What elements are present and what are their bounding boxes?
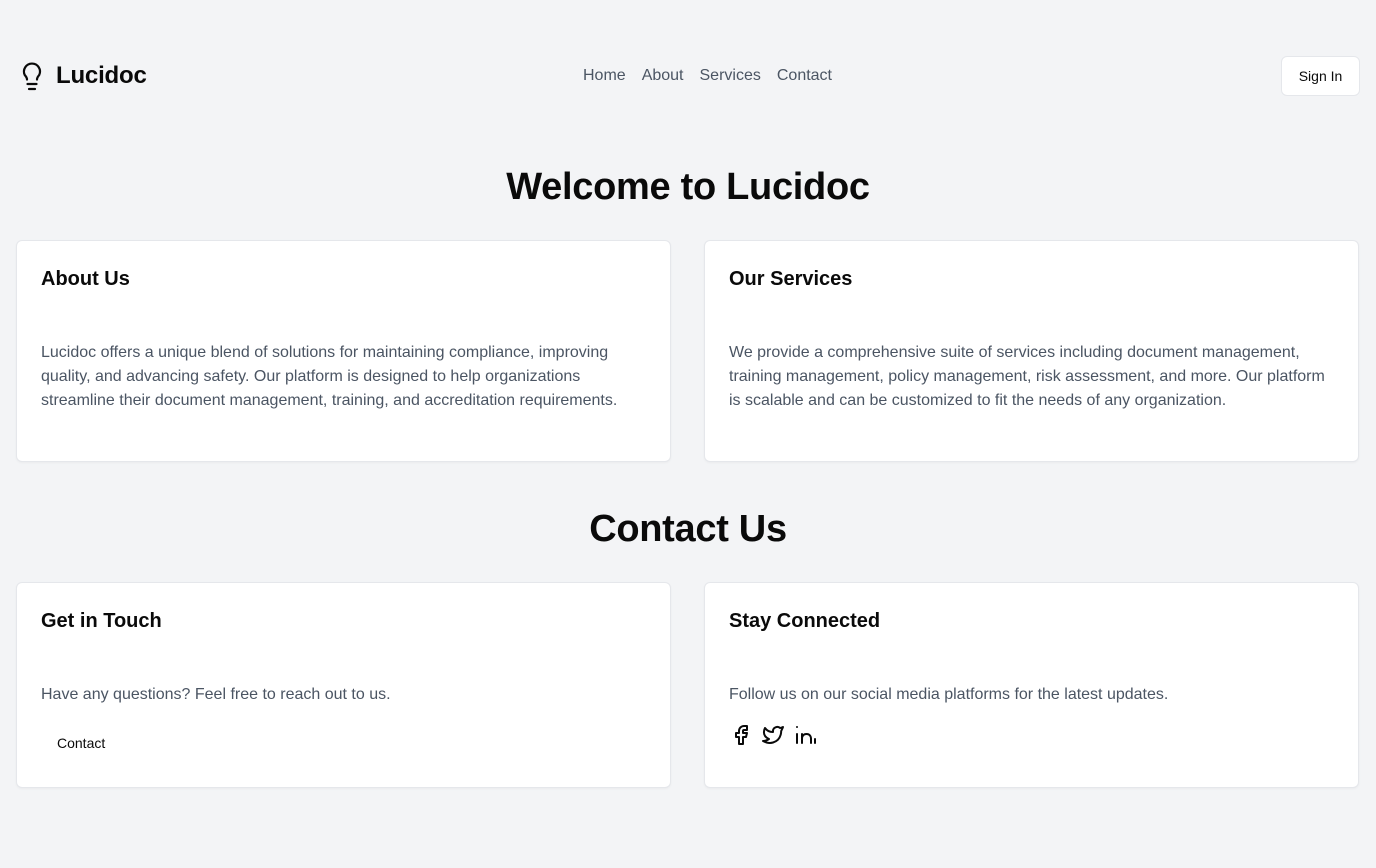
get-in-touch-card: Get in Touch Have any questions? Feel fr… (16, 582, 671, 788)
about-us-title: About Us (41, 268, 130, 290)
linkedin-link[interactable] (793, 723, 817, 747)
stay-connected-text: Follow us on our social media platforms … (729, 686, 1169, 703)
about-us-card: About Us Lucidoc offers a unique blend o… (16, 240, 671, 462)
welcome-heading: Welcome to Lucidoc (506, 166, 870, 208)
social-links (729, 723, 817, 747)
twitter-link[interactable] (761, 723, 785, 747)
our-services-title: Our Services (729, 268, 853, 290)
main-nav: Home About Services Contact (583, 66, 832, 86)
nav-home-link[interactable]: Home (583, 66, 626, 86)
get-in-touch-title: Get in Touch (41, 610, 162, 632)
page: Lucidoc Home About Services Contact Sign… (0, 0, 1376, 868)
our-services-card: Our Services We provide a comprehensive … (704, 240, 1359, 462)
our-services-text: We provide a comprehensive suite of serv… (729, 344, 1325, 409)
stay-connected-title: Stay Connected (729, 610, 881, 632)
nav-about-link[interactable]: About (642, 66, 684, 86)
stay-connected-card: Stay Connected Follow us on our social m… (704, 582, 1359, 788)
nav-services-link[interactable]: Services (700, 66, 761, 86)
about-us-text: Lucidoc offers a unique blend of solutio… (41, 344, 618, 409)
brand-link[interactable]: Lucidoc (18, 60, 147, 92)
linkedin-icon (796, 726, 816, 744)
facebook-link[interactable] (729, 723, 753, 747)
get-in-touch-text: Have any questions? Feel free to reach o… (41, 686, 391, 703)
twitter-icon (762, 725, 784, 744)
site-header: Lucidoc Home About Services Contact Sign… (0, 56, 1376, 96)
lightbulb-icon (22, 62, 42, 91)
contact-button[interactable]: Contact (41, 729, 121, 757)
sign-in-button[interactable]: Sign In (1281, 56, 1360, 96)
contact-heading: Contact Us (589, 508, 787, 550)
facebook-icon (735, 725, 748, 745)
brand-name: Lucidoc (56, 62, 147, 89)
nav-contact-link[interactable]: Contact (777, 66, 832, 86)
